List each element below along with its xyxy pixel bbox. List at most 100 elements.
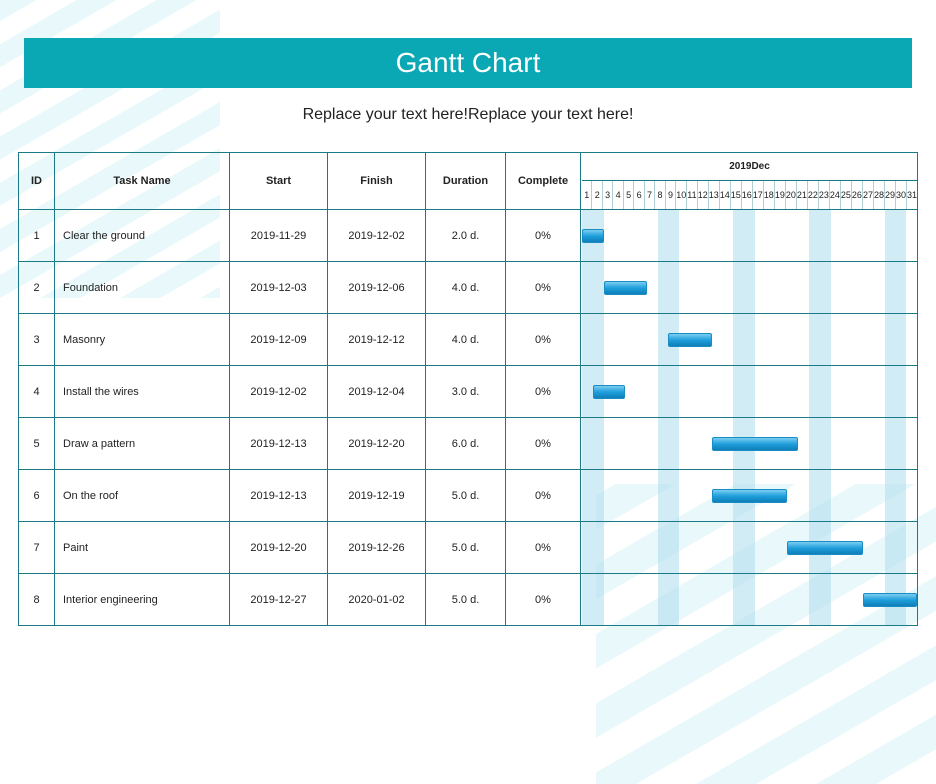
cell-finish: 2019-12-20	[328, 418, 426, 469]
gantt-bar	[712, 437, 798, 451]
col-start: Start	[230, 153, 328, 209]
timeline-row	[582, 210, 917, 262]
cell-id: 2	[19, 262, 55, 313]
cell-start: 2019-12-20	[230, 522, 328, 573]
cell-duration: 5.0 d.	[426, 574, 506, 625]
cell-start: 2019-12-03	[230, 262, 328, 313]
cell-finish: 2019-12-04	[328, 366, 426, 417]
col-id: ID	[19, 153, 55, 209]
day-cell: 28	[874, 181, 885, 209]
subtitle: Replace your text here!Replace your text…	[0, 106, 936, 124]
cell-finish: 2020-01-02	[328, 574, 426, 625]
timeline-row	[582, 262, 917, 314]
day-cell: 15	[731, 181, 742, 209]
timeline-row	[582, 574, 917, 626]
cell-complete: 0%	[506, 262, 581, 313]
cell-complete: 0%	[506, 470, 581, 521]
cell-id: 4	[19, 366, 55, 417]
cell-id: 7	[19, 522, 55, 573]
day-cell: 1	[582, 181, 592, 209]
table-row: 7Paint2019-12-202019-12-265.0 d.0%	[19, 522, 582, 574]
timeline-row	[582, 366, 917, 418]
cell-finish: 2019-12-06	[328, 262, 426, 313]
cell-name: Masonry	[55, 314, 230, 365]
day-cell: 18	[764, 181, 775, 209]
day-cell: 11	[687, 181, 697, 209]
gantt-bar	[787, 541, 863, 555]
cell-id: 1	[19, 210, 55, 261]
cell-id: 5	[19, 418, 55, 469]
col-name: Task Name	[55, 153, 230, 209]
day-cell: 26	[852, 181, 863, 209]
cell-duration: 2.0 d.	[426, 210, 506, 261]
day-cell: 17	[753, 181, 764, 209]
day-cell: 14	[720, 181, 731, 209]
day-cell: 3	[603, 181, 613, 209]
cell-duration: 6.0 d.	[426, 418, 506, 469]
cell-name: Foundation	[55, 262, 230, 313]
day-cell: 27	[863, 181, 874, 209]
cell-id: 3	[19, 314, 55, 365]
gantt-bar	[668, 333, 711, 347]
table-row: 2Foundation2019-12-032019-12-064.0 d.0%	[19, 262, 582, 314]
cell-finish: 2019-12-02	[328, 210, 426, 261]
day-cell: 7	[645, 181, 655, 209]
cell-id: 8	[19, 574, 55, 625]
timeline-row	[582, 314, 917, 366]
table-row: 8Interior engineering2019-12-272020-01-0…	[19, 574, 582, 626]
table-row: 1Clear the ground2019-11-292019-12-022.0…	[19, 210, 582, 262]
day-cell: 21	[797, 181, 808, 209]
day-cell: 20	[786, 181, 797, 209]
cell-complete: 0%	[506, 574, 581, 625]
gantt-bar	[712, 489, 788, 503]
table-row: 6On the roof2019-12-132019-12-195.0 d.0%	[19, 470, 582, 522]
cell-complete: 0%	[506, 366, 581, 417]
page-title-bar: Gantt Chart	[24, 38, 912, 88]
gantt-bar	[863, 593, 917, 607]
cell-start: 2019-12-13	[230, 470, 328, 521]
cell-complete: 0%	[506, 314, 581, 365]
timeline-body	[582, 210, 917, 626]
cell-start: 2019-12-27	[230, 574, 328, 625]
day-cell: 12	[698, 181, 709, 209]
cell-duration: 4.0 d.	[426, 314, 506, 365]
cell-complete: 0%	[506, 418, 581, 469]
timeline-days: 1234567891011121314151617181920212223242…	[582, 181, 917, 209]
cell-name: Paint	[55, 522, 230, 573]
timeline-row	[582, 470, 917, 522]
cell-name: Draw a pattern	[55, 418, 230, 469]
cell-duration: 3.0 d.	[426, 366, 506, 417]
gantt-bar	[582, 229, 604, 243]
day-cell: 22	[808, 181, 819, 209]
cell-finish: 2019-12-26	[328, 522, 426, 573]
cell-name: On the roof	[55, 470, 230, 521]
day-cell: 19	[775, 181, 786, 209]
timeline-row	[582, 418, 917, 470]
day-cell: 4	[613, 181, 623, 209]
cell-name: Interior engineering	[55, 574, 230, 625]
gantt-chart: ID Task Name Start Finish Duration Compl…	[18, 152, 918, 626]
day-cell: 23	[819, 181, 830, 209]
cell-start: 2019-12-02	[230, 366, 328, 417]
table-header-row: ID Task Name Start Finish Duration Compl…	[19, 153, 582, 210]
cell-start: 2019-12-13	[230, 418, 328, 469]
cell-complete: 0%	[506, 522, 581, 573]
day-cell: 10	[676, 181, 687, 209]
day-cell: 8	[655, 181, 665, 209]
page-title: Gantt Chart	[396, 47, 541, 79]
cell-finish: 2019-12-19	[328, 470, 426, 521]
day-cell: 24	[830, 181, 841, 209]
cell-complete: 0%	[506, 210, 581, 261]
cell-id: 6	[19, 470, 55, 521]
day-cell: 29	[885, 181, 896, 209]
table-row: 3Masonry2019-12-092019-12-124.0 d.0%	[19, 314, 582, 366]
cell-duration: 5.0 d.	[426, 470, 506, 521]
col-duration: Duration	[426, 153, 506, 209]
task-table: ID Task Name Start Finish Duration Compl…	[19, 153, 582, 626]
day-cell: 6	[634, 181, 644, 209]
day-cell: 13	[709, 181, 720, 209]
timeline-header: 2019Dec 12345678910111213141516171819202…	[582, 153, 917, 210]
gantt-bar	[593, 385, 625, 399]
day-cell: 25	[841, 181, 852, 209]
cell-duration: 4.0 d.	[426, 262, 506, 313]
